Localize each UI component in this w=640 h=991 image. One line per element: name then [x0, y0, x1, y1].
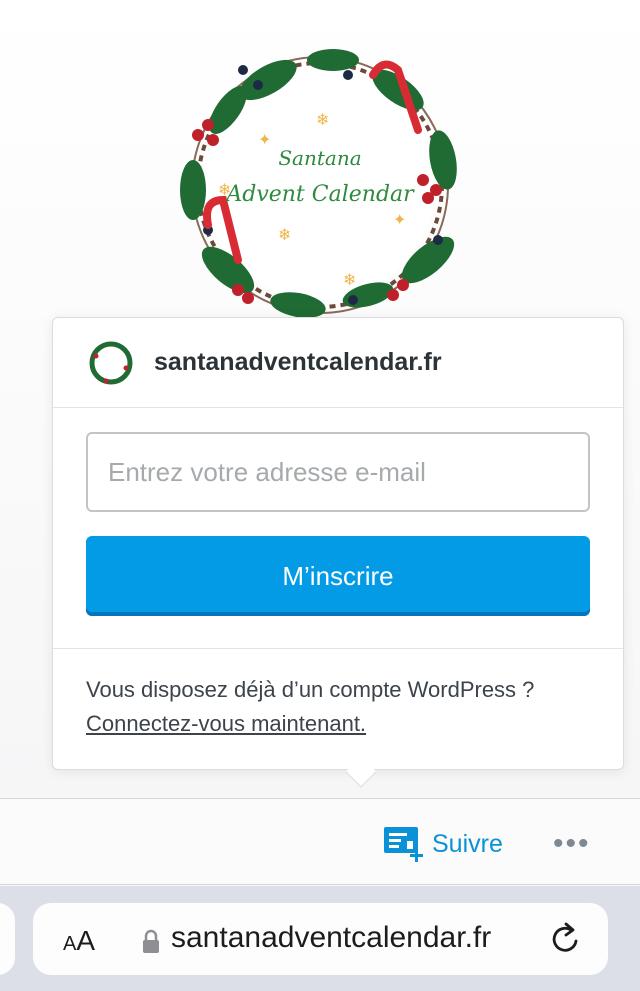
svg-text:❄: ❄ [278, 225, 291, 244]
svg-text:✦: ✦ [393, 210, 406, 229]
subscribe-popover: santanadventcalendar.fr M’inscrire Vous … [52, 317, 624, 770]
svg-text:❄: ❄ [316, 110, 329, 129]
subscribe-button[interactable]: M’inscrire [86, 536, 590, 616]
email-input[interactable] [86, 432, 590, 512]
action-bar: Suivre ••• [0, 798, 640, 885]
follow-button[interactable]: Suivre [382, 825, 503, 863]
site-name: santanadventcalendar.fr [154, 348, 442, 376]
svg-text:❄: ❄ [343, 270, 356, 289]
logo-line-2: Advent Calendar [226, 182, 414, 207]
browser-toolbar: AA santanadventcalendar.fr [0, 886, 640, 991]
login-prompt-text: Vous disposez déjà d’un compte WordPress… [86, 677, 535, 702]
popover-header: santanadventcalendar.fr [53, 318, 623, 408]
login-prompt: Vous disposez déjà d’un compte WordPress… [53, 649, 623, 741]
text-size-button[interactable]: AA [63, 925, 95, 957]
follow-label: Suivre [432, 829, 503, 858]
reader-follow-icon [384, 827, 423, 862]
address-bar[interactable]: AA santanadventcalendar.fr [33, 903, 608, 975]
url-text: santanadventcalendar.fr [171, 921, 492, 954]
subscribe-form: M’inscrire [53, 408, 623, 649]
lock-icon [143, 929, 159, 953]
site-icon [86, 337, 136, 388]
ellipsis-icon[interactable]: ••• [553, 827, 591, 861]
login-link[interactable]: Connectez-vous maintenant. [86, 711, 366, 736]
previous-tab-edge[interactable] [0, 903, 15, 975]
logo-line-1: Santana [278, 146, 362, 170]
reload-icon[interactable] [549, 921, 583, 957]
site-logo: ❄ ❄ ❄ ❄ ✦ ✦ Santana Advent Calendar [168, 40, 472, 330]
